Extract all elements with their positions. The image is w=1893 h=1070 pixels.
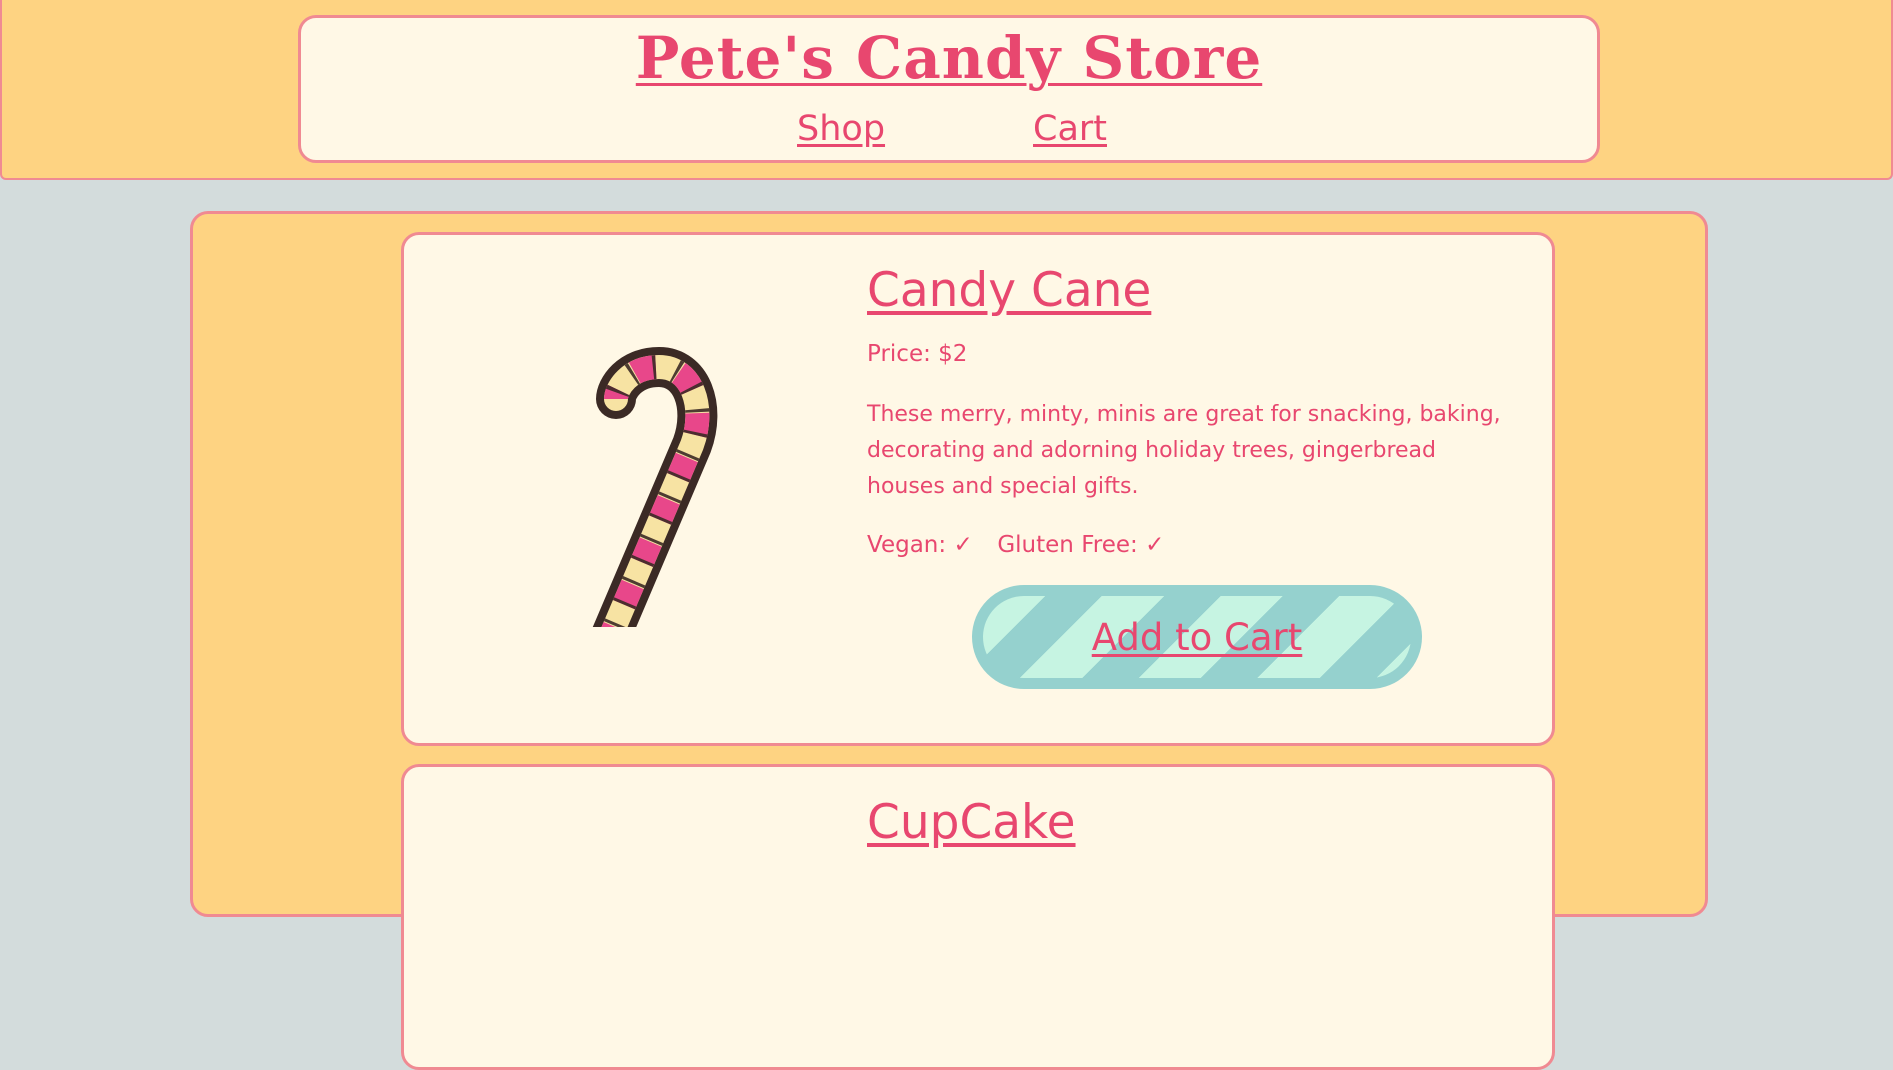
product-card: CupCake <box>401 764 1555 1070</box>
product-name-link[interactable]: CupCake <box>867 795 1076 850</box>
product-price: Price: $2 <box>867 341 968 367</box>
gluten-free-check-icon: ✓ <box>1145 532 1165 558</box>
product-list: Candy Cane Price: $2 These merry, minty,… <box>190 211 1708 1070</box>
main-nav: Shop Cart <box>301 109 1597 159</box>
add-to-cart-label: Add to Cart <box>1091 615 1303 659</box>
vegan-label: Vegan: <box>867 532 947 558</box>
nav-cart-link[interactable]: Cart <box>1033 109 1107 149</box>
product-card: Candy Cane Price: $2 These merry, minty,… <box>401 232 1555 746</box>
add-to-cart-button[interactable]: Add to Cart <box>972 585 1422 689</box>
header-panel: Pete's Candy Store Shop Cart <box>298 15 1600 163</box>
nav-shop-link[interactable]: Shop <box>797 109 885 149</box>
vegan-check-icon: ✓ <box>953 532 973 558</box>
product-name-link[interactable]: Candy Cane <box>867 263 1151 318</box>
product-description: These merry, minty, minis are great for … <box>867 402 1501 499</box>
site-title-link[interactable]: Pete's Candy Store <box>636 24 1262 92</box>
candy-cane-icon <box>574 327 744 667</box>
site-header: Pete's Candy Store Shop Cart <box>0 0 1893 180</box>
gluten-free-label: Gluten Free: <box>997 532 1138 558</box>
dietary-info: Vegan: ✓ Gluten Free: ✓ <box>867 532 1164 558</box>
